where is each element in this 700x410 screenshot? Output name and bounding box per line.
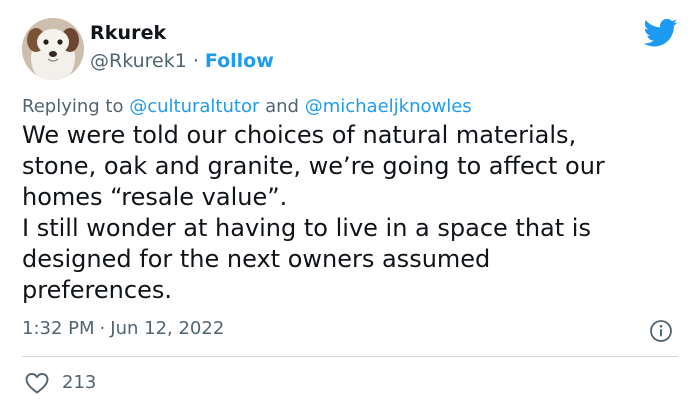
tweet-line: preferences. (22, 276, 172, 304)
heart-icon[interactable] (24, 371, 50, 395)
tweet-line: homes “resale value”. (22, 183, 288, 211)
tweet-body: We were told our choices of natural mate… (22, 120, 682, 306)
tweet-card: Rkurek @Rkurek1 · Follow Replying to @cult… (0, 0, 700, 410)
author-handle[interactable]: @Rkurek1 (90, 50, 187, 72)
tweet-line: designed for the next owners assumed (22, 245, 491, 273)
reply-context: Replying to @culturaltutor and @michaelj… (22, 96, 472, 117)
author-name[interactable]: Rkurek (90, 22, 166, 44)
follow-button[interactable]: Follow (205, 50, 274, 72)
tweet-time: 1:32 PM (22, 318, 95, 339)
author-avatar[interactable] (22, 18, 84, 80)
tweet-timestamp[interactable]: 1:32 PM · Jun 12, 2022 (22, 318, 224, 339)
reply-prefix: Replying to (22, 96, 124, 117)
author-handle-row: @Rkurek1 · Follow (90, 50, 274, 72)
tweet-line: stone, oak and granite, we’re going to a… (22, 152, 605, 180)
divider (22, 356, 678, 357)
handle-separator: · (192, 50, 199, 72)
timestamp-separator: · (99, 318, 106, 339)
mention-michaeljknowles[interactable]: @michaeljknowles (305, 96, 472, 117)
tweet-line: I still wonder at having to live in a sp… (22, 214, 591, 242)
twitter-bird-icon[interactable] (643, 18, 678, 48)
dog-avatar-image (22, 18, 84, 80)
like-count: 213 (62, 372, 97, 393)
reply-conjunction: and (265, 96, 299, 117)
info-icon[interactable] (649, 319, 673, 343)
tweet-line: We were told our choices of natural mate… (22, 121, 577, 149)
tweet-date: Jun 12, 2022 (110, 318, 225, 339)
mention-culturaltutor[interactable]: @culturaltutor (129, 96, 259, 117)
